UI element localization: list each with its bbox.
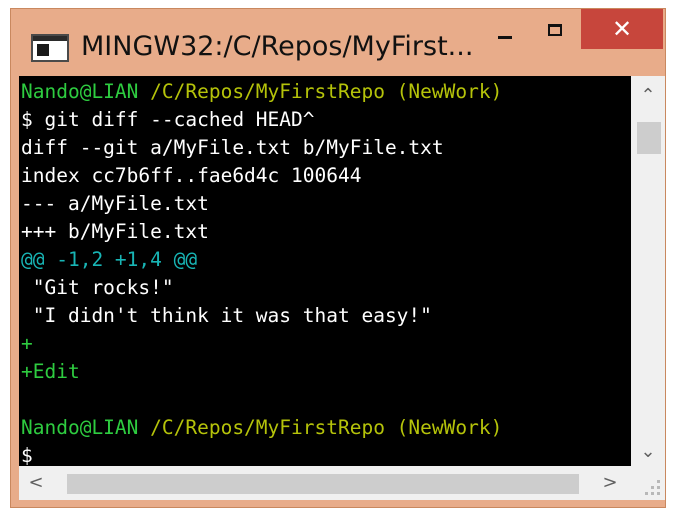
chevron-down-icon[interactable]: ⌄ [631,438,665,466]
horizontal-scroll-thumb[interactable] [67,474,579,494]
terminal-line: +++ b/MyFile.txt [21,218,209,246]
terminal-text-segment: @@ -1,2 +1,4 @@ [21,248,198,271]
terminal-line: index cc7b6ff..fae6d4c 100644 [21,162,361,190]
terminal-text-segment: $ [21,444,33,466]
terminal-window: MINGW32:/C/Repos/MyFirst... ✕ Nando@LIAN… [10,8,666,508]
horizontal-scrollbar[interactable]: < > [19,466,631,500]
terminal-text-segment: Nando@LIAN [21,416,151,439]
terminal-text-segment: "I didn't think it was that easy!" [21,304,432,327]
vertical-scroll-thumb[interactable] [637,122,661,154]
resize-grip-icon[interactable] [631,466,665,500]
terminal-line: $ git diff --cached HEAD^ [21,106,315,134]
terminal-window-icon[interactable] [31,34,69,62]
terminal-line: + [21,330,33,358]
window-title: MINGW32:/C/Repos/MyFirst... [81,31,474,62]
terminal-line: "Git rocks!" [21,274,174,302]
terminal-text-segment: Nando@LIAN [21,80,151,103]
terminal-output[interactable]: Nando@LIAN /C/Repos/MyFirstRepo (NewWork… [19,76,631,466]
terminal-text-segment: /C/Repos/MyFirstRepo (NewWork) [150,80,503,103]
terminal-line: --- a/MyFile.txt [21,190,209,218]
terminal-line: "I didn't think it was that easy!" [21,302,432,330]
terminal-text-segment: index cc7b6ff..fae6d4c 100644 [21,164,362,187]
terminal-text-segment: + [21,332,33,355]
close-button[interactable]: ✕ [581,9,663,49]
chevron-right-icon[interactable]: > [593,466,627,500]
maximize-button[interactable] [531,9,579,49]
terminal-line: $ [21,442,33,466]
chevron-up-icon[interactable]: ⌃ [631,82,665,110]
terminal-text-segment: "Git rocks!" [21,276,174,299]
vertical-scrollbar[interactable]: ⌃ ⌄ [631,76,665,466]
close-icon: ✕ [611,15,633,43]
terminal-text-segment: /C/Repos/MyFirstRepo (NewWork) [150,416,503,439]
title-bar[interactable]: MINGW32:/C/Repos/MyFirst... ✕ [11,9,665,76]
terminal-text-segment: --- a/MyFile.txt [21,192,209,215]
terminal-text-segment: diff --git a/MyFile.txt b/MyFile.txt [21,136,444,159]
terminal-line: +Edit [21,358,80,386]
terminal-text-segment: +++ b/MyFile.txt [21,220,209,243]
chevron-left-icon[interactable]: < [19,466,53,500]
terminal-text-segment: +Edit [21,360,80,383]
minimize-button[interactable] [481,9,529,49]
terminal-line: Nando@LIAN /C/Repos/MyFirstRepo (NewWork… [21,414,502,442]
terminal-line: diff --git a/MyFile.txt b/MyFile.txt [21,134,444,162]
terminal-line: Nando@LIAN /C/Repos/MyFirstRepo (NewWork… [21,78,502,106]
terminal-line: @@ -1,2 +1,4 @@ [21,246,197,274]
terminal-text-segment: $ git diff --cached HEAD^ [21,108,315,131]
